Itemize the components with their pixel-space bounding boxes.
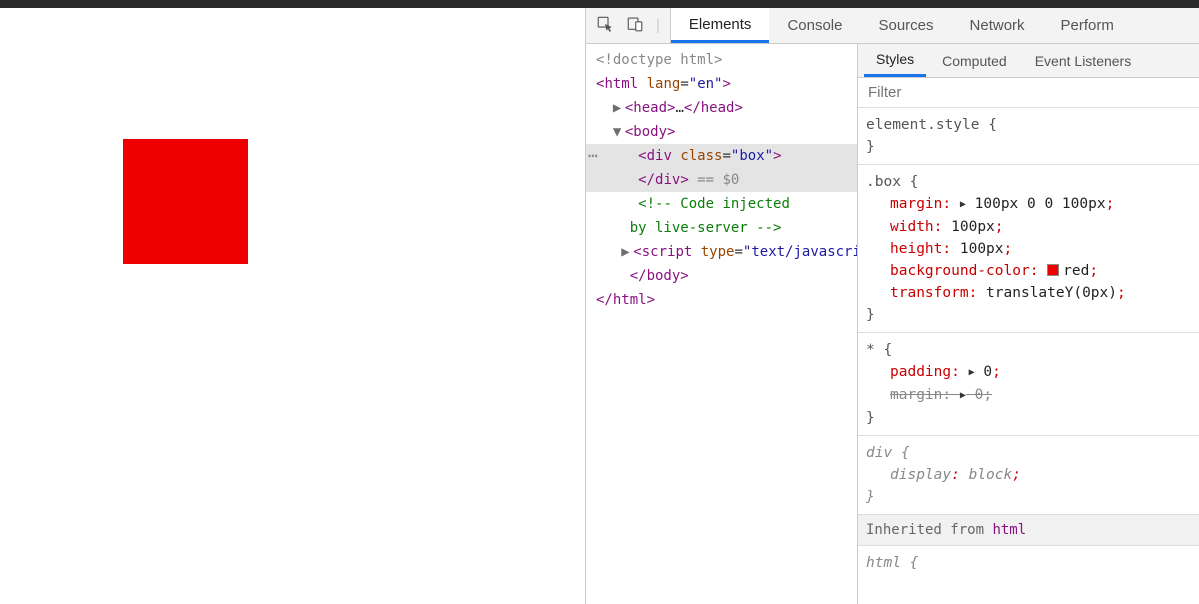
prop-display[interactable]: display: block; (866, 464, 1191, 486)
devtools-tab-bar: | Elements Console Sources Network Perfo… (586, 8, 1199, 44)
main-area: | Elements Console Sources Network Perfo… (0, 8, 1199, 604)
rule-box[interactable]: .box { margin: ▶ 100px 0 0 100px; width:… (858, 165, 1199, 333)
prop-margin-overridden[interactable]: margin: ▶ 0; (866, 384, 1191, 407)
tab-event-listeners[interactable]: Event Listeners (1023, 44, 1144, 77)
comment-line-1[interactable]: <!-- Code injected (586, 192, 857, 216)
tab-elements[interactable]: Elements (671, 8, 770, 43)
devtools-panel: | Elements Console Sources Network Perfo… (586, 8, 1199, 604)
tab-computed[interactable]: Computed (930, 44, 1019, 77)
dom-tree-panel[interactable]: <!doctype html> <html lang="en"> ▶<head>… (586, 44, 858, 604)
tab-console[interactable]: Console (769, 8, 860, 43)
expand-triangle-icon[interactable]: ▶ (621, 240, 633, 264)
selection-marker-dots-icon[interactable]: ⋯ (586, 144, 598, 168)
tab-network[interactable]: Network (952, 8, 1043, 43)
rule-universal[interactable]: * { padding: ▶ 0; margin: ▶ 0; } (858, 333, 1199, 436)
rule-div-ua[interactable]: div { display: block; } (858, 436, 1199, 515)
prop-margin[interactable]: margin: ▶ 100px 0 0 100px; (866, 193, 1191, 216)
styles-side-panel: Styles Computed Event Listeners element.… (858, 44, 1199, 604)
expand-triangle-icon[interactable]: ▶ (613, 96, 625, 120)
selected-div-close[interactable]: </div> == $0 (586, 168, 857, 192)
rule-html-ua[interactable]: html { (858, 546, 1199, 574)
devtools-tool-icons: | (586, 8, 671, 43)
color-swatch-icon[interactable] (1047, 264, 1059, 276)
rendered-box-element[interactable] (123, 139, 248, 264)
collapse-triangle-icon[interactable]: ▼ (613, 120, 625, 144)
comment-line-2[interactable]: by live-server --> (586, 216, 857, 240)
expand-triangle-icon[interactable]: ▶ (969, 362, 975, 384)
prop-transform[interactable]: transform: translateY(0px); (866, 282, 1191, 304)
selected-div-tag[interactable]: ⋯ <div class="box"> (586, 144, 857, 168)
prop-background-color[interactable]: background-color: red; (866, 260, 1191, 282)
body-open-tag[interactable]: ▼<body> (586, 120, 857, 144)
tab-performance[interactable]: Perform (1043, 8, 1132, 43)
inherited-from-bar: Inherited from html (858, 515, 1199, 546)
page-viewport (0, 8, 586, 604)
divider: | (656, 17, 660, 34)
window-top-bar (0, 0, 1199, 8)
tab-sources[interactable]: Sources (860, 8, 951, 43)
styles-tab-bar: Styles Computed Event Listeners (858, 44, 1199, 78)
styles-filter-row (858, 78, 1199, 108)
rule-element-style[interactable]: element.style { } (858, 108, 1199, 165)
html-close-tag[interactable]: </html> (586, 288, 857, 312)
devtools-body: <!doctype html> <html lang="en"> ▶<head>… (586, 44, 1199, 604)
expand-triangle-icon[interactable]: ▶ (960, 385, 966, 407)
device-toolbar-icon[interactable] (626, 15, 644, 37)
css-rules-list: element.style { } .box { margin: ▶ 100px… (858, 108, 1199, 604)
expand-triangle-icon[interactable]: ▶ (960, 194, 966, 216)
doctype-line[interactable]: <!doctype html> (596, 52, 722, 68)
styles-filter-input[interactable] (868, 84, 1189, 101)
inspect-element-icon[interactable] (596, 15, 614, 37)
script-tag[interactable]: ▶<script type="text/javascript">…</scrip… (586, 240, 857, 264)
html-open-tag[interactable]: <html lang="en"> (586, 72, 857, 96)
tab-styles[interactable]: Styles (864, 44, 926, 77)
prop-padding[interactable]: padding: ▶ 0; (866, 361, 1191, 384)
head-tag[interactable]: ▶<head>…</head> (586, 96, 857, 120)
body-close-tag[interactable]: </body> (586, 264, 857, 288)
prop-height[interactable]: height: 100px; (866, 238, 1191, 260)
prop-width[interactable]: width: 100px; (866, 216, 1191, 238)
